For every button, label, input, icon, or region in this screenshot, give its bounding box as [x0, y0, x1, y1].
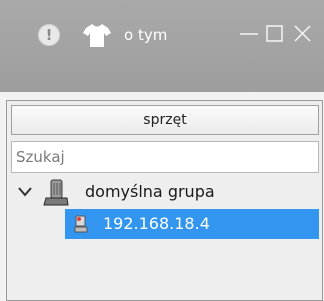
tree-item-device[interactable]: 192.168.18.4	[65, 209, 319, 239]
tree-item-label: 192.168.18.4	[103, 214, 210, 233]
search-input[interactable]	[11, 141, 319, 173]
chevron-down-icon[interactable]	[17, 185, 33, 199]
shirt-icon[interactable]	[82, 22, 112, 48]
device-panel: sprzęt domyślna grupa 192.168.18.4	[6, 100, 323, 301]
maximize-icon[interactable]	[262, 20, 288, 48]
about-link[interactable]: o tym	[124, 26, 167, 44]
title-bar[interactable]: ! o tym	[0, 0, 324, 92]
app-window: ! o tym sprzęt Szukaj domyślna grupa 192…	[0, 0, 324, 301]
device-group-icon	[43, 179, 69, 206]
close-icon[interactable]	[290, 20, 316, 48]
info-icon[interactable]: !	[38, 24, 60, 46]
panel-header[interactable]: sprzęt	[11, 105, 319, 135]
tree-group-label: domyślna grupa	[85, 182, 215, 201]
tree-group-default[interactable]: domyślna grupa	[13, 177, 313, 207]
device-icon	[74, 215, 88, 233]
minimize-icon[interactable]	[236, 20, 262, 48]
